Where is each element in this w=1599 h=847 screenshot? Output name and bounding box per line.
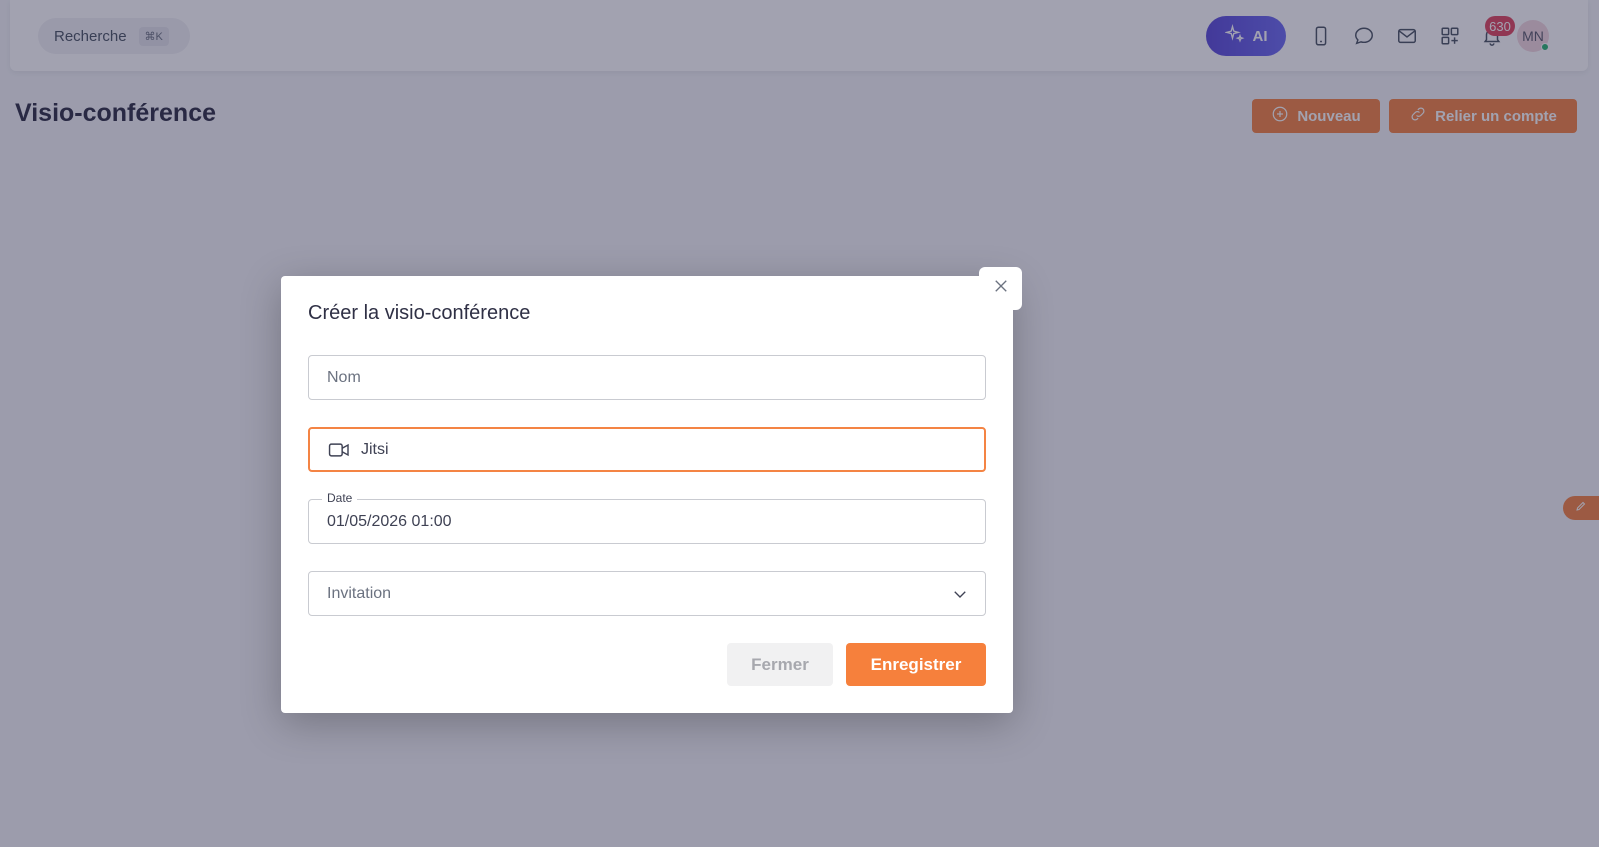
close-icon <box>992 277 1010 300</box>
name-field[interactable] <box>308 355 986 400</box>
modal-close-button[interactable] <box>979 267 1022 310</box>
video-camera-icon <box>328 441 350 459</box>
provider-value: Jitsi <box>361 440 389 458</box>
invitation-placeholder: Invitation <box>327 584 392 602</box>
date-value: 01/05/2026 01:00 <box>327 512 452 530</box>
chevron-down-icon <box>951 585 969 608</box>
modal-title: Créer la visio-conférence <box>308 302 531 324</box>
create-videoconference-modal: Créer la visio-conférence Jitsi Date 01/… <box>281 276 1013 713</box>
name-input[interactable] <box>327 368 985 387</box>
invitation-select[interactable]: Invitation <box>308 571 986 616</box>
date-label: Date <box>322 491 358 505</box>
close-button[interactable]: Fermer <box>727 643 833 686</box>
date-field[interactable]: Date 01/05/2026 01:00 <box>308 491 986 544</box>
save-button[interactable]: Enregistrer <box>846 643 986 686</box>
provider-select[interactable]: Jitsi <box>308 427 986 472</box>
